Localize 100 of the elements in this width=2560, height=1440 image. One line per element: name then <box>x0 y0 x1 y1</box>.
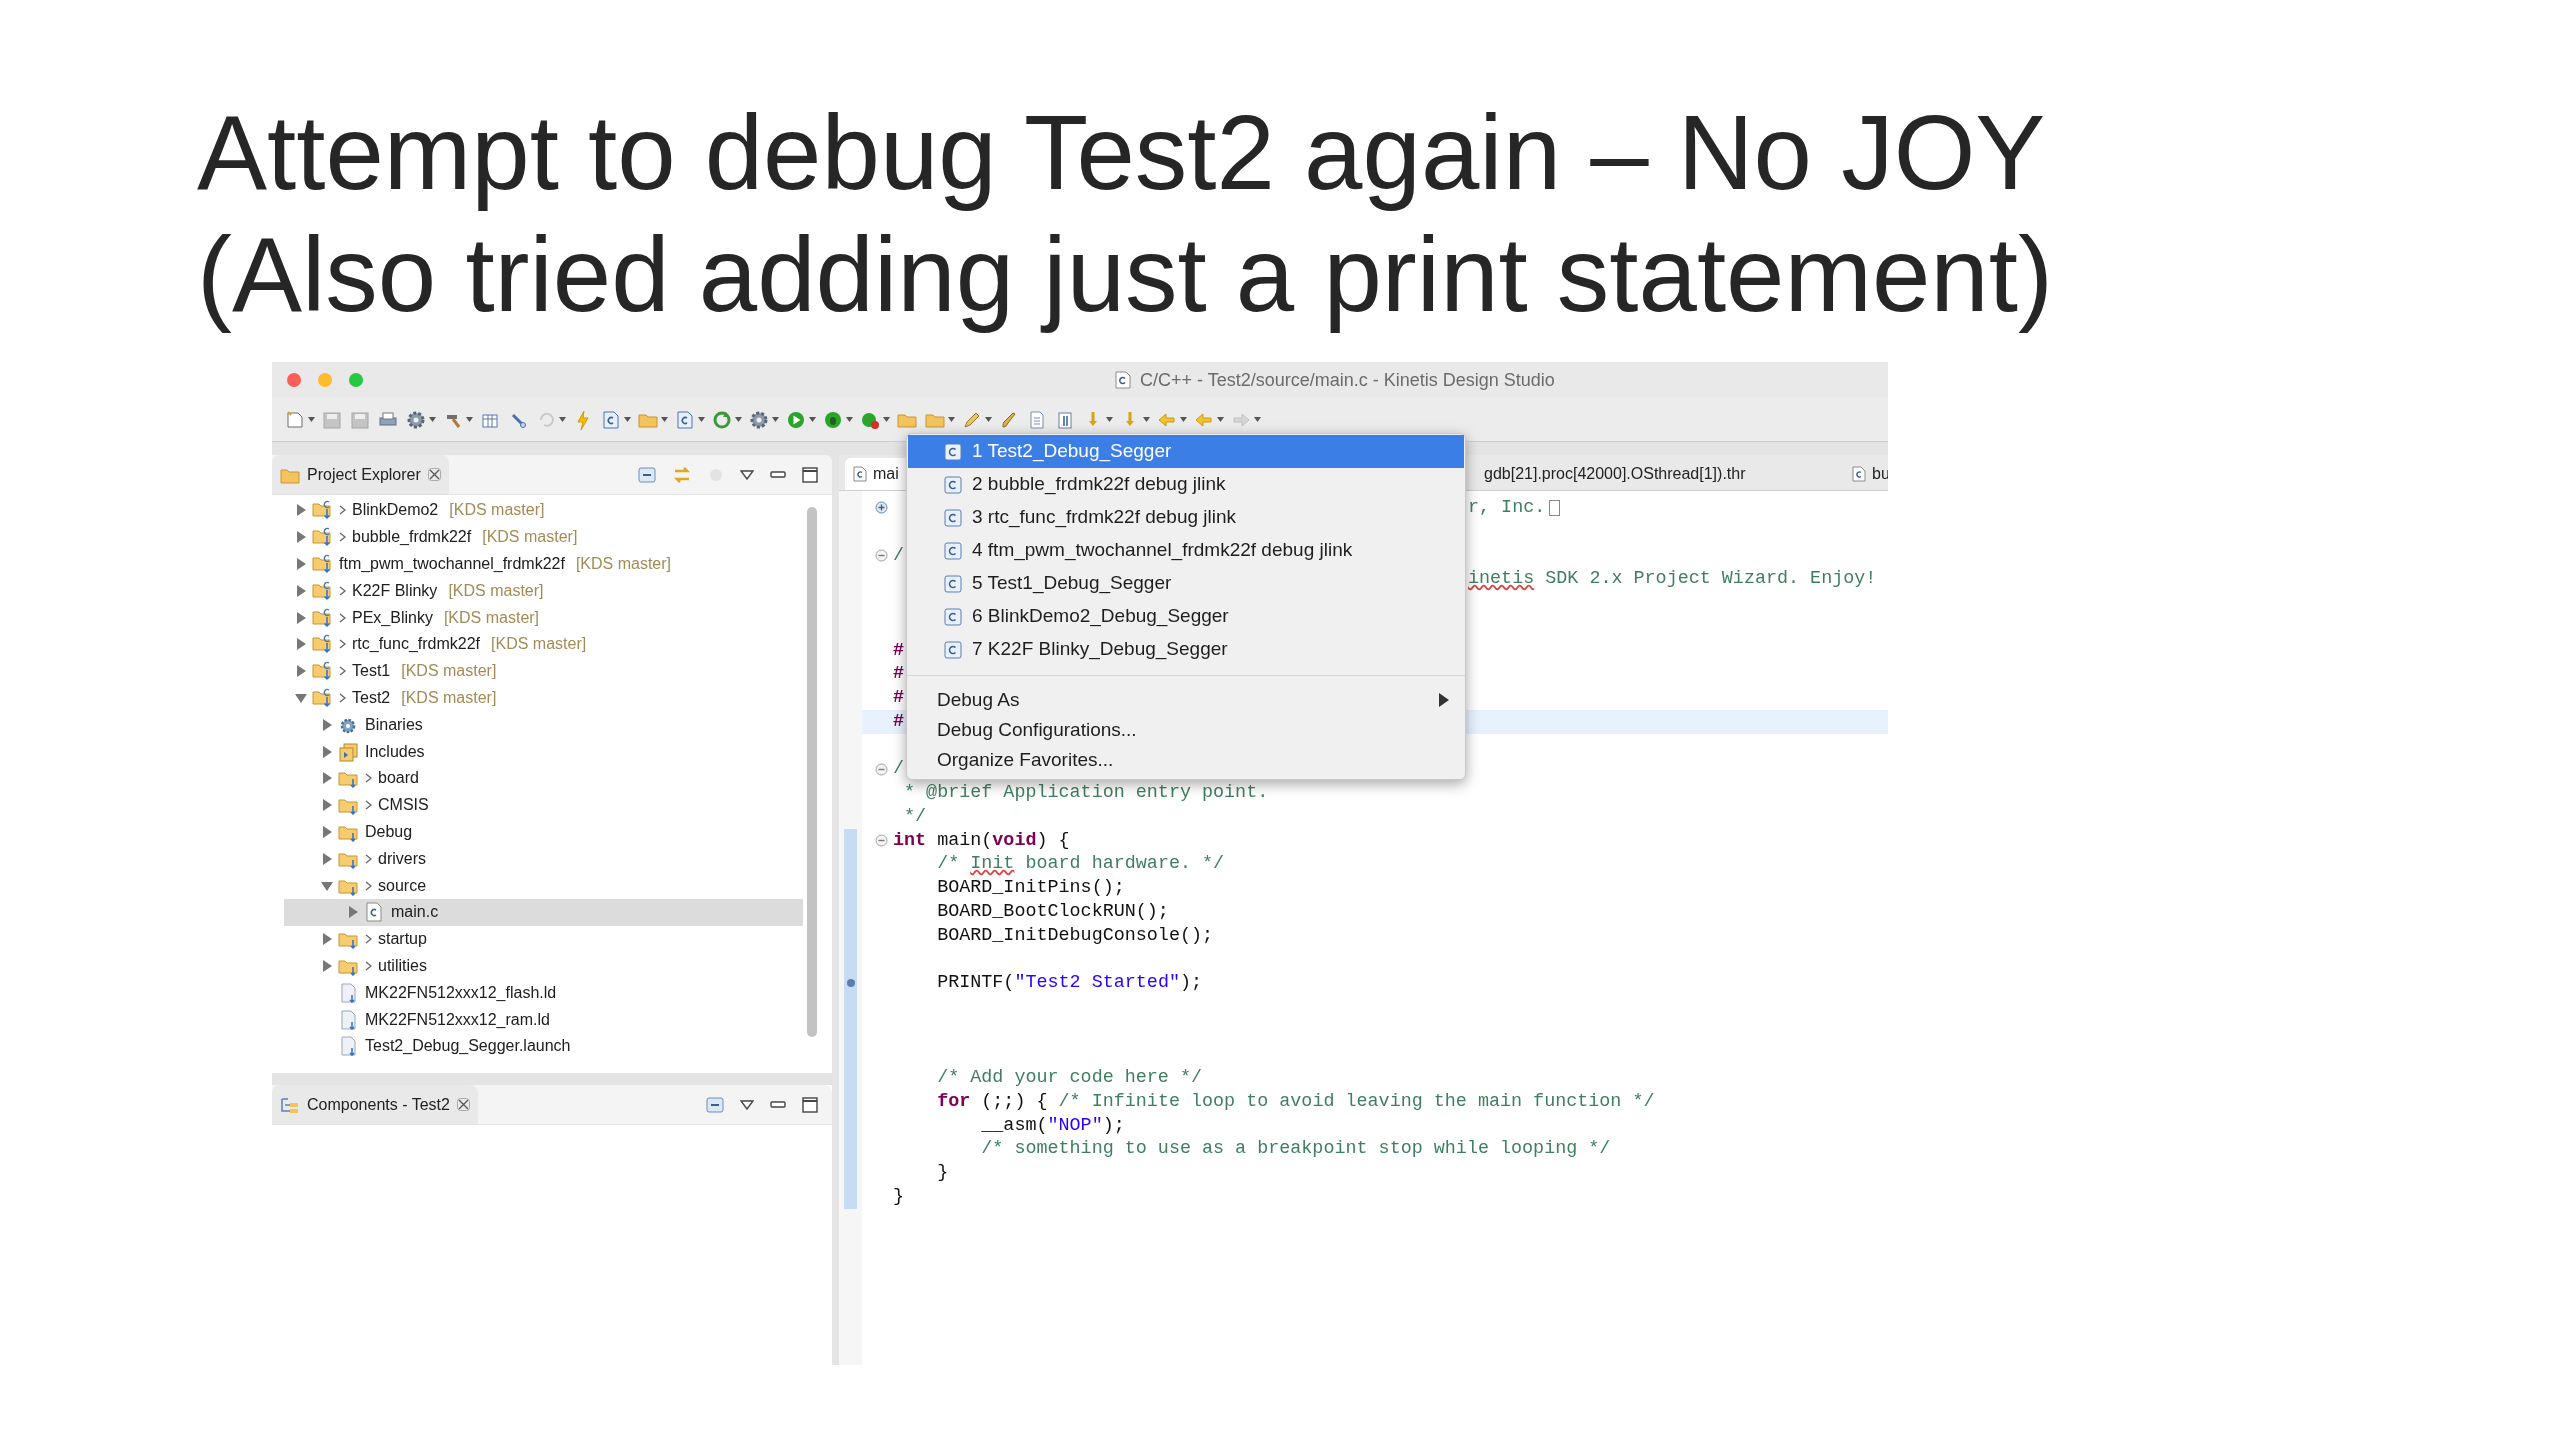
scrollbar-thumb[interactable] <box>807 507 817 1037</box>
menu-item[interactable]: Debug Configurations... <box>907 715 1465 745</box>
close-button[interactable] <box>287 373 301 387</box>
maximize-icon[interactable] <box>802 466 818 483</box>
project-explorer-tab[interactable]: Project Explorer <box>272 455 449 494</box>
close-icon[interactable] <box>456 1098 470 1111</box>
expand-triangle-icon[interactable] <box>321 933 333 946</box>
maximize-icon[interactable] <box>802 1096 818 1113</box>
expand-triangle-icon[interactable] <box>347 906 359 919</box>
dropdown-caret-icon[interactable] <box>1217 417 1224 422</box>
item-label: ftm_pwm_twochannel_frdmk22f <box>339 554 565 574</box>
menu-item[interactable]: 1 Test2_Debug_Segger <box>908 435 1464 468</box>
close-icon[interactable] <box>427 468 441 481</box>
menu-item[interactable]: 6 BlinkDemo2_Debug_Segger <box>908 600 1464 633</box>
tree-item[interactable]: Test1 [KDS master] <box>284 657 803 685</box>
dropdown-caret-icon[interactable] <box>624 417 631 422</box>
collapse-all-icon[interactable] <box>706 1096 724 1113</box>
expand-icon[interactable] <box>875 501 888 515</box>
tree-item[interactable]: source <box>284 872 803 899</box>
dropdown-caret-icon[interactable] <box>985 417 992 422</box>
collapse-icon[interactable] <box>875 833 888 847</box>
expand-triangle-icon[interactable] <box>321 745 333 758</box>
expand-triangle-icon[interactable] <box>295 611 307 624</box>
expand-triangle-icon[interactable] <box>321 772 333 785</box>
tree-item[interactable]: bubble_frdmk22f [KDS master] <box>284 523 803 551</box>
minimize-icon[interactable] <box>770 470 786 479</box>
project-folder-icon <box>312 634 334 655</box>
dropdown-caret-icon[interactable] <box>661 417 668 422</box>
c-file-icon[interactable] <box>600 408 622 431</box>
collapse-triangle-icon[interactable] <box>295 691 307 704</box>
expand-triangle-icon[interactable] <box>321 825 333 838</box>
tree-item[interactable]: ftm_pwm_twochannel_frdmk22f [KDS master] <box>284 550 803 578</box>
dropdown-caret-icon[interactable] <box>735 417 742 422</box>
menu-item[interactable]: 3 rtc_func_frdmk22f debug jlink <box>908 501 1464 534</box>
expand-triangle-icon[interactable] <box>321 852 333 865</box>
tree-item[interactable]: Binaries <box>284 711 803 739</box>
collapse-triangle-icon[interactable] <box>321 879 333 892</box>
view-menu-icon[interactable] <box>740 469 754 480</box>
menu-item[interactable]: 4 ftm_pwm_twochannel_frdmk22f debug jlink <box>908 534 1464 567</box>
expand-triangle-icon[interactable] <box>295 638 307 651</box>
expand-triangle-icon[interactable] <box>295 558 307 570</box>
folded-marker-icon[interactable] <box>1549 499 1561 516</box>
tree-item[interactable]: K22F Blinky [KDS master] <box>284 577 803 605</box>
dropdown-caret-icon[interactable] <box>308 417 315 422</box>
dropdown-caret-icon[interactable] <box>809 417 816 422</box>
tree-item[interactable]: board <box>284 764 803 792</box>
launch-config-icon <box>944 508 962 527</box>
tree-item[interactable]: PEx_Blinky [KDS master] <box>284 604 803 631</box>
dropdown-caret-icon[interactable] <box>1180 417 1187 422</box>
tree-item[interactable]: Test2 [KDS master] <box>284 684 803 712</box>
dropdown-caret-icon[interactable] <box>772 417 779 422</box>
dropdown-caret-icon[interactable] <box>466 417 473 422</box>
menu-item[interactable]: Organize Favorites... <box>907 745 1465 775</box>
dropdown-caret-icon[interactable] <box>429 417 436 422</box>
expand-triangle-icon[interactable] <box>295 531 307 544</box>
tree-item[interactable]: utilities <box>284 952 803 980</box>
dropdown-caret-icon[interactable] <box>559 417 566 422</box>
tree-item[interactable]: startup <box>284 925 803 953</box>
tree-item[interactable]: Debug <box>284 818 803 846</box>
dropdown-caret-icon[interactable] <box>883 417 890 422</box>
tree-item[interactable]: MK22FN512xxx12_ram.ld <box>284 1006 803 1033</box>
expand-triangle-icon[interactable] <box>321 959 333 972</box>
expand-triangle-icon[interactable] <box>321 799 333 812</box>
menu-item[interactable]: Debug As <box>907 685 1465 715</box>
menu-item-label: 2 bubble_frdmk22f debug jlink <box>972 472 1226 497</box>
item-label: MK22FN512xxx12_flash.ld <box>365 982 557 1003</box>
collapse-icon[interactable] <box>875 548 888 562</box>
item-label: Test2 <box>352 687 391 708</box>
tree-item[interactable]: CMSIS <box>284 791 803 819</box>
dropdown-caret-icon[interactable] <box>1106 417 1113 422</box>
collapse-icon[interactable] <box>875 762 888 776</box>
dropdown-caret-icon[interactable] <box>1143 417 1150 422</box>
c-file-icon <box>1115 371 1131 389</box>
collapse-all-icon[interactable] <box>638 466 656 483</box>
c-file-icon[interactable] <box>674 408 696 431</box>
view-menu-icon[interactable] <box>740 1099 754 1110</box>
minimize-icon[interactable] <box>770 1100 786 1109</box>
dropdown-caret-icon[interactable] <box>1254 417 1261 422</box>
tree-item[interactable]: drivers <box>284 845 803 873</box>
tree-item[interactable]: Test2_Debug_Segger.launch <box>284 1032 803 1060</box>
tree-item[interactable]: Includes <box>284 738 803 765</box>
launch-config-icon <box>944 541 962 560</box>
dropdown-caret-icon[interactable] <box>846 417 853 422</box>
tree-item[interactable]: MK22FN512xxx12_flash.ld <box>284 979 803 1007</box>
expand-triangle-icon[interactable] <box>295 665 307 678</box>
expand-triangle-icon[interactable] <box>295 504 307 517</box>
menu-item-label: Debug As <box>937 687 1020 712</box>
tree-item[interactable]: rtc_func_frdmk22f [KDS master] <box>284 631 803 658</box>
launch-config-icon <box>944 475 962 494</box>
dropdown-caret-icon[interactable] <box>698 417 705 422</box>
marker-icon[interactable] <box>845 977 856 988</box>
expand-triangle-icon[interactable] <box>295 584 307 597</box>
tree-item[interactable]: main.c <box>284 898 803 926</box>
components-tab[interactable]: Components - Test2 <box>272 1085 478 1124</box>
project-folder-icon <box>312 687 334 708</box>
menu-item[interactable]: 7 K22F Blinky_Debug_Segger <box>908 633 1464 666</box>
expand-triangle-icon[interactable] <box>321 718 333 731</box>
dropdown-caret-icon[interactable] <box>948 417 955 422</box>
menu-item[interactable]: 5 Test1_Debug_Segger <box>908 567 1464 600</box>
tree-item[interactable]: BlinkDemo2 [KDS master] <box>284 497 803 524</box>
